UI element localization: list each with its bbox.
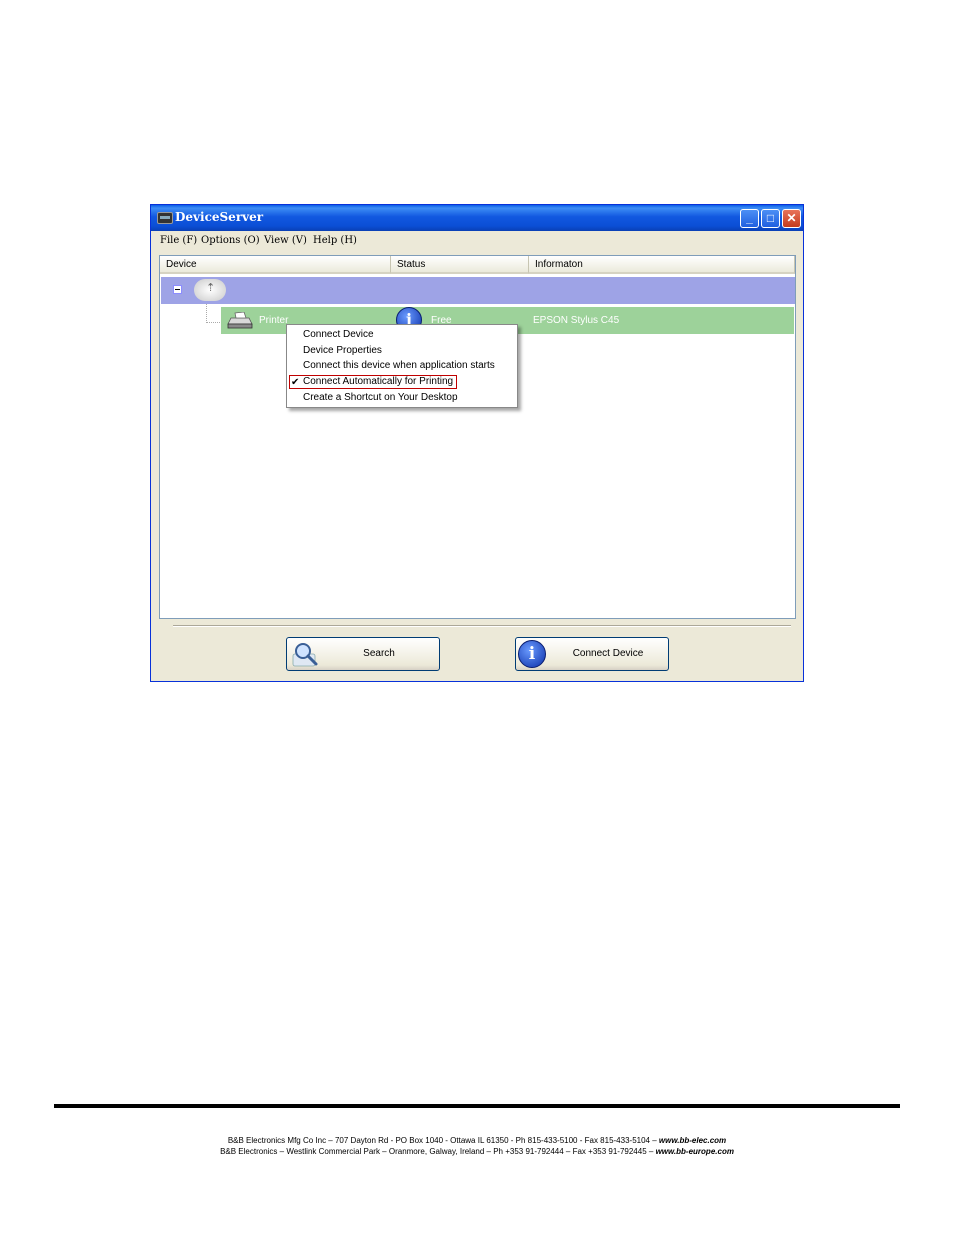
context-menu: Connect Device Device Properties Connect… xyxy=(286,324,518,408)
separator xyxy=(173,625,791,627)
column-header-device[interactable]: Device xyxy=(160,256,391,274)
tree-connector xyxy=(206,304,220,323)
menu-help[interactable]: Help (H) xyxy=(313,235,357,246)
cloud-usb-icon xyxy=(194,279,226,301)
footer-rule xyxy=(54,1104,900,1108)
device-list[interactable]: Device Status Informaton Printer i Free … xyxy=(159,255,796,619)
footer-link-us[interactable]: www.bb-elec.com xyxy=(659,1136,726,1145)
close-button[interactable]: ✕ xyxy=(782,209,801,228)
printer-icon xyxy=(227,312,253,329)
button-bar: Search i Connect Device xyxy=(151,623,803,681)
connect-device-button[interactable]: i Connect Device xyxy=(515,637,669,671)
minimize-button[interactable]: _ xyxy=(740,209,759,228)
menu-item-connect-device[interactable]: Connect Device xyxy=(303,329,374,340)
device-name: Printer xyxy=(259,315,289,326)
device-information: EPSON Stylus C45 xyxy=(533,315,620,326)
column-header-status[interactable]: Status xyxy=(391,256,529,274)
title-bar[interactable]: DeviceServer _ □ ✕ xyxy=(151,205,803,231)
collapse-icon[interactable] xyxy=(173,285,182,294)
menu-file[interactable]: File (F) xyxy=(160,235,197,246)
window-title: DeviceServer xyxy=(175,210,264,224)
app-icon xyxy=(157,212,173,224)
column-header-information[interactable]: Informaton xyxy=(529,256,795,274)
search-button[interactable]: Search xyxy=(286,637,440,671)
search-button-label: Search xyxy=(363,648,395,659)
connect-device-button-label: Connect Device xyxy=(572,648,644,659)
deviceserver-window: DeviceServer _ □ ✕ File (F) Options (O) … xyxy=(150,204,804,682)
maximize-button[interactable]: □ xyxy=(761,209,780,228)
menu-item-connect-automatically[interactable]: Connect Automatically for Printing xyxy=(303,376,453,387)
host-row[interactable] xyxy=(161,277,795,304)
menu-item-connect-on-start[interactable]: Connect this device when application sta… xyxy=(303,360,495,371)
magnifier-icon xyxy=(292,643,318,667)
menu-view[interactable]: View (V) xyxy=(264,235,307,246)
info-icon: i xyxy=(518,640,546,668)
menu-item-create-shortcut[interactable]: Create a Shortcut on Your Desktop xyxy=(303,392,458,403)
menu-options[interactable]: Options (O) xyxy=(201,235,260,246)
footer-address-europe: B&B Electronics – Westlink Commercial Pa… xyxy=(220,1147,734,1156)
footer-address-us: B&B Electronics Mfg Co Inc – 707 Dayton … xyxy=(227,1136,727,1145)
footer-link-europe[interactable]: www.bb-europe.com xyxy=(656,1147,734,1156)
check-icon: ✔ xyxy=(291,377,300,388)
menu-item-device-properties[interactable]: Device Properties xyxy=(303,345,382,356)
menu-bar: File (F) Options (O) View (V) Help (H) xyxy=(151,231,803,251)
